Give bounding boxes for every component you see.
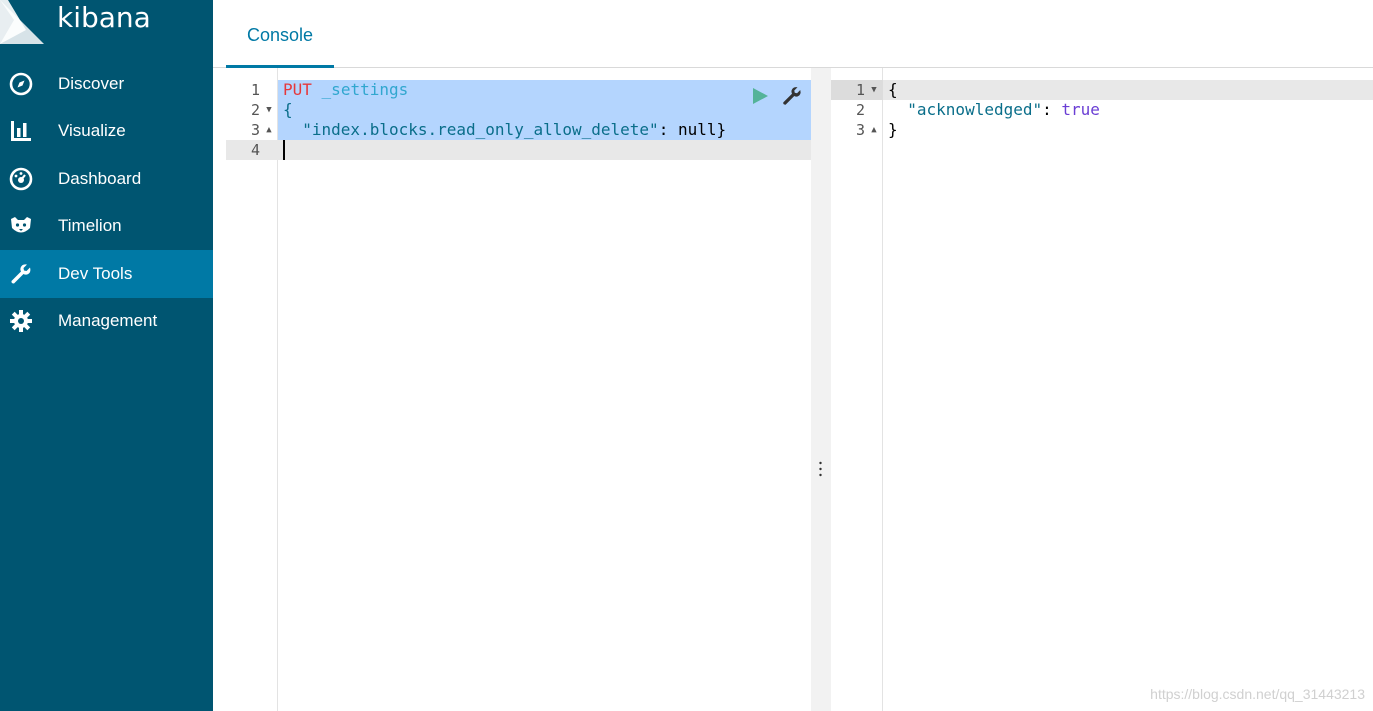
compass-icon [9, 72, 33, 96]
sidebar-item-dashboard[interactable]: Dashboard [0, 155, 213, 203]
sidebar-item-visualize[interactable]: Visualize [0, 108, 213, 156]
kibana-logo-mark-icon [0, 0, 44, 44]
request-text-area[interactable]: PUT _settings { "index.blocks.read_only_… [278, 68, 811, 711]
request-line-2: { [283, 100, 293, 120]
response-colon: : [1042, 100, 1062, 119]
text-cursor [283, 140, 285, 160]
wrench-icon [9, 262, 33, 286]
sidebar-item-label: Timelion [58, 216, 122, 236]
response-line-1: { [888, 80, 898, 100]
gear-icon [9, 309, 33, 333]
tab-bar: Console [213, 0, 1373, 68]
sidebar-item-label: Visualize [58, 121, 126, 141]
request-json-key: "index.blocks.read_only_allow_delete" [302, 120, 659, 139]
sidebar-item-label: Management [58, 311, 158, 331]
response-close-brace: } [888, 120, 898, 139]
tab-console[interactable]: Console [226, 0, 334, 68]
request-close-brace: } [716, 120, 727, 139]
response-line-2: "acknowledged": true [888, 100, 1100, 120]
response-text-area[interactable]: { "acknowledged": true } [883, 68, 1373, 711]
request-method: PUT [283, 80, 312, 99]
request-gutter: 1 2 ▼ 3 ▲ 4 [226, 68, 278, 711]
request-actions-wrench-icon[interactable] [781, 85, 803, 107]
sidebar-item-label: Discover [58, 73, 125, 93]
kibana-logo-text: kibana [57, 1, 151, 34]
response-gutter: 1 ▼ 2 3 ▲ [831, 68, 883, 711]
line-number: 3 [855, 121, 865, 139]
pane-resizer[interactable] [811, 68, 831, 711]
sidebar-item-timelion[interactable]: Timelion [0, 203, 213, 251]
response-json-value: true [1061, 100, 1100, 119]
line-number: 2 [250, 101, 260, 119]
kibana-logo[interactable]: kibana [0, 0, 213, 52]
run-request-play-icon[interactable] [751, 87, 769, 105]
fold-open-icon[interactable]: ▼ [264, 100, 274, 120]
gauge-icon [9, 167, 33, 191]
sidebar-item-label: Dev Tools [58, 263, 133, 283]
request-colon: : [658, 120, 678, 139]
resizer-grip-icon [819, 461, 822, 477]
line-number: 1 [855, 81, 865, 99]
sidebar-nav: Discover Visualize Dashboard Timelion De… [0, 60, 213, 345]
active-line-highlight [883, 80, 1373, 100]
sidebar-item-dev-tools[interactable]: Dev Tools [0, 250, 213, 298]
request-url: _settings [321, 80, 409, 99]
sidebar: kibana Discover Visualize Dashboard Time… [0, 0, 213, 711]
tab-console-label: Console [246, 25, 314, 45]
active-line-highlight [278, 140, 811, 160]
timelion-icon [9, 214, 33, 238]
line-number: 2 [855, 101, 865, 119]
sidebar-item-discover[interactable]: Discover [0, 60, 213, 108]
line-number: 3 [250, 121, 260, 139]
request-line-3: "index.blocks.read_only_allow_delete": n… [283, 120, 726, 140]
fold-close-icon[interactable]: ▲ [264, 120, 274, 140]
sidebar-item-management[interactable]: Management [0, 298, 213, 346]
line-number: 4 [250, 141, 260, 159]
response-open-brace: { [888, 80, 898, 99]
request-line-1: PUT _settings [283, 80, 408, 100]
sidebar-item-label: Dashboard [58, 168, 142, 188]
request-editor[interactable]: 1 2 ▼ 3 ▲ 4 PUT _settings { "index.block… [226, 68, 811, 711]
watermark: https://blog.csdn.net/qq_31443213 [1150, 686, 1365, 702]
fold-open-icon[interactable]: ▼ [869, 80, 879, 100]
request-open-brace: { [283, 100, 293, 119]
bar-chart-icon [9, 119, 33, 143]
request-json-value: null [677, 120, 717, 139]
response-editor[interactable]: 1 ▼ 2 3 ▲ { "acknowledged": true } [831, 68, 1373, 711]
line-number: 1 [250, 81, 260, 99]
fold-close-icon[interactable]: ▲ [869, 120, 879, 140]
response-line-3: } [888, 120, 898, 140]
response-json-key: "acknowledged" [907, 100, 1043, 119]
